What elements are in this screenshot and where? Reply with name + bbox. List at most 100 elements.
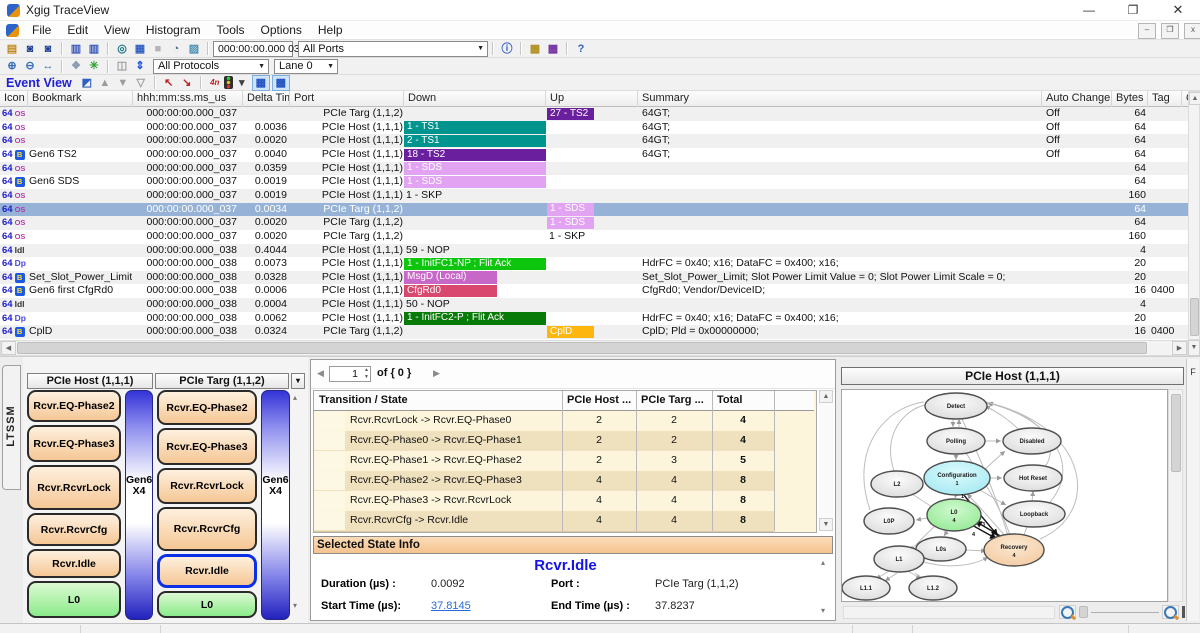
ltssm-state-rcvr-rcvrlock[interactable]: Rcvr.RcvrLock (27, 465, 121, 510)
time-position-box[interactable]: 000:00:00.000 037 ▼ (213, 41, 293, 57)
prev-event-icon[interactable]: ▲ (97, 76, 113, 90)
info-icon[interactable]: ⓘ (499, 42, 515, 56)
state-node-l2[interactable]: L2 (871, 471, 923, 497)
diagram-vscroll-thumb[interactable] (1171, 394, 1181, 472)
down-frame-chip[interactable]: 18 - TS2 (404, 149, 546, 161)
traffic-light-dropdown[interactable]: ▾ (234, 76, 250, 90)
zoom-slider-track[interactable] (1091, 612, 1159, 613)
column-header-icon[interactable]: Icon (0, 91, 28, 107)
protocols-dropdown-icon[interactable]: ▼ (258, 63, 265, 70)
column-header-delta-time[interactable]: Delta Time (243, 91, 290, 107)
page-spinner-icons[interactable]: ▲▼ (364, 367, 369, 381)
ltssm-host-header[interactable]: PCIe Host (1,1,1) (27, 373, 153, 389)
state-node-polling[interactable]: Polling (927, 428, 985, 454)
decode-rate-icon[interactable]: 4n (207, 76, 223, 90)
filter-icon[interactable]: ▽ (133, 76, 149, 90)
transitions-scroll-up-icon[interactable]: ▲ (819, 390, 833, 403)
ltssm-state-rcvr-idle[interactable]: Rcvr.Idle (27, 549, 121, 578)
ltssm-state-rcvr-rcvrcfg[interactable]: Rcvr.RcvrCfg (27, 513, 121, 546)
table-row[interactable]: 64OS000:00:00.000_037PCIe Targ (1,1,2)27… (0, 107, 1188, 121)
save-icon[interactable]: ▥ (68, 42, 84, 56)
column-header-auto-change[interactable]: Auto Change (1042, 91, 1112, 107)
ltssm-state-rcvr-eq-phase3[interactable]: Rcvr.EQ-Phase3 (27, 425, 121, 462)
select-event-icon[interactable]: ◩ (79, 76, 95, 90)
table-row[interactable]: 64Dp000:00:00.000_0380.0073PCIe Host (1,… (0, 257, 1188, 271)
info-scroll-down-icon[interactable]: ▾ (821, 606, 825, 615)
grid-expand-icon[interactable]: ▩ (272, 75, 290, 91)
transition-row[interactable]: Rcvr.EQ-Phase0 -> Rcvr.EQ-Phase1224 (314, 431, 774, 452)
ltssm-state-l0[interactable]: L0 (27, 581, 121, 618)
state-node-recovery[interactable]: Recovery4 (984, 534, 1044, 566)
transition-row[interactable]: Rcvr.EQ-Phase3 -> Rcvr.RcvrLock448 (314, 491, 774, 512)
scroll-right-icon[interactable]: ▶ (1172, 341, 1187, 355)
transition-row[interactable]: Rcvr.EQ-Phase2 -> Rcvr.EQ-Phase3448 (314, 471, 774, 492)
state-node-l1-1[interactable]: L1.1 (842, 576, 890, 600)
hscroll-thumb[interactable] (17, 342, 1147, 354)
restore-button[interactable]: ❐ (1112, 0, 1154, 21)
mdi-close-button[interactable]: x (1184, 23, 1200, 39)
close-button[interactable]: ✕ (1157, 0, 1199, 21)
ltssm-state-rcvr-eq-phase2[interactable]: Rcvr.EQ-Phase2 (157, 390, 257, 425)
down-frame-chip[interactable]: MsgD (Local) (404, 271, 497, 283)
ports-select[interactable]: All Ports ▼ (298, 41, 488, 57)
down-frame-chip[interactable]: CfgRd0 (404, 285, 497, 297)
panel-splitter-handle[interactable] (1182, 606, 1185, 618)
ltssm-scroll-up-icon[interactable]: ▴ (293, 393, 297, 402)
ltssm-targ-header[interactable]: PCIe Targ (1,1,2) (155, 373, 289, 389)
image-view-icon[interactable]: ▨ (186, 42, 202, 56)
traffic-light-icon[interactable] (224, 76, 233, 89)
open-recent-icon[interactable]: ◙ (40, 42, 56, 56)
column-header-bytes[interactable]: Bytes (1112, 91, 1148, 107)
page-next-icon[interactable]: ▶ (433, 368, 440, 379)
zoom-slider-thumb[interactable] (1079, 606, 1088, 618)
down-frame-chip[interactable]: 1 - SDS (404, 162, 546, 174)
transitions-scroll-down-icon[interactable]: ▼ (819, 518, 833, 531)
table-row[interactable]: 64OS000:00:00.000_0370.0034PCIe Targ (1,… (0, 203, 1188, 217)
state-node-detect[interactable]: Detect (925, 393, 987, 419)
diagram-hscrollbar[interactable] (843, 606, 1055, 619)
state-node-configuration[interactable]: Configuration1 (924, 461, 990, 495)
menu-item-edit[interactable]: Edit (59, 23, 96, 37)
table-row[interactable]: 64OS000:00:00.000_0370.0359PCIe Host (1,… (0, 162, 1188, 176)
transition-table-scrollbar[interactable]: ▲ ▼ (819, 390, 833, 531)
mdi-restore-button[interactable]: ❐ (1161, 23, 1179, 39)
table-view-icon[interactable]: ▦ (132, 42, 148, 56)
transition-row[interactable]: Rcvr.RcvrLock -> Rcvr.EQ-Phase0224 (314, 411, 774, 432)
table-row[interactable]: 64Idl000:00:00.000_0380.0004PCIe Host (1… (0, 298, 1188, 312)
table-row[interactable]: 64BGen6 TS2000:00:00.000_0370.0040PCIe H… (0, 148, 1188, 162)
events-map-icon[interactable]: ▩ (527, 42, 543, 56)
vscroll-thumb[interactable] (1190, 298, 1199, 336)
scroll-up-icon[interactable]: ▲ (1189, 92, 1200, 105)
up-frame-chip[interactable]: CplD (547, 326, 594, 338)
mdi-minimize-button[interactable]: – (1138, 23, 1156, 39)
chart-view-icon[interactable]: ■ (150, 42, 166, 56)
table-row[interactable]: 64BSet_Slot_Power_Limit000:00:00.000_038… (0, 271, 1188, 285)
ports-dropdown-icon[interactable]: ▼ (477, 45, 484, 52)
protocols-select[interactable]: All Protocols ▼ (153, 59, 269, 74)
table-row[interactable]: 64OS000:00:00.000_0370.0036PCIe Host (1,… (0, 121, 1188, 135)
collapsed-panel-tab[interactable]: F (1186, 359, 1199, 621)
state-node-loopback[interactable]: Loopback (1003, 501, 1065, 527)
diagram-vscrollbar[interactable] (1168, 389, 1183, 602)
table-row[interactable]: 64Dp000:00:00.000_0380.0062PCIe Host (1,… (0, 312, 1188, 326)
capture-icon[interactable]: ◎ (114, 42, 130, 56)
column-header-tag[interactable]: Tag (1148, 91, 1182, 107)
search-icon[interactable]: ◫ (114, 59, 130, 73)
ltssm-tab[interactable]: LTSSM (2, 365, 21, 490)
help-icon[interactable]: ? (573, 42, 589, 56)
menu-item-file[interactable]: File (24, 23, 59, 37)
up-frame-chip[interactable]: 1 - SDS (547, 203, 594, 215)
table-row[interactable]: 64OS000:00:00.000_0370.0020PCIe Targ (1,… (0, 230, 1188, 244)
column-header-up[interactable]: Up (546, 91, 638, 107)
down-frame-chip[interactable]: 1 - SDS (404, 176, 546, 188)
marker-icon[interactable]: ✳ (86, 59, 102, 73)
ltssm-state-l0[interactable]: L0 (157, 591, 257, 618)
table-row[interactable]: 64BGen6 SDS000:00:00.000_0370.0019PCIe H… (0, 175, 1188, 189)
table-row[interactable]: 64OS000:00:00.000_0370.0019PCIe Host (1,… (0, 189, 1188, 203)
ltssm-state-rcvr-rcvrlock[interactable]: Rcvr.RcvrLock (157, 468, 257, 504)
table-row[interactable]: 64BCplD000:00:00.000_0380.0324PCIe Targ … (0, 325, 1188, 339)
lane-select[interactable]: Lane 0 ▼ (274, 59, 338, 74)
table-row[interactable]: 64BGen6 first CfgRd0000:00:00.000_0380.0… (0, 284, 1188, 298)
ltssm-state-rcvr-idle[interactable]: Rcvr.Idle (157, 554, 257, 588)
open-trace-icon[interactable]: ◙ (22, 42, 38, 56)
